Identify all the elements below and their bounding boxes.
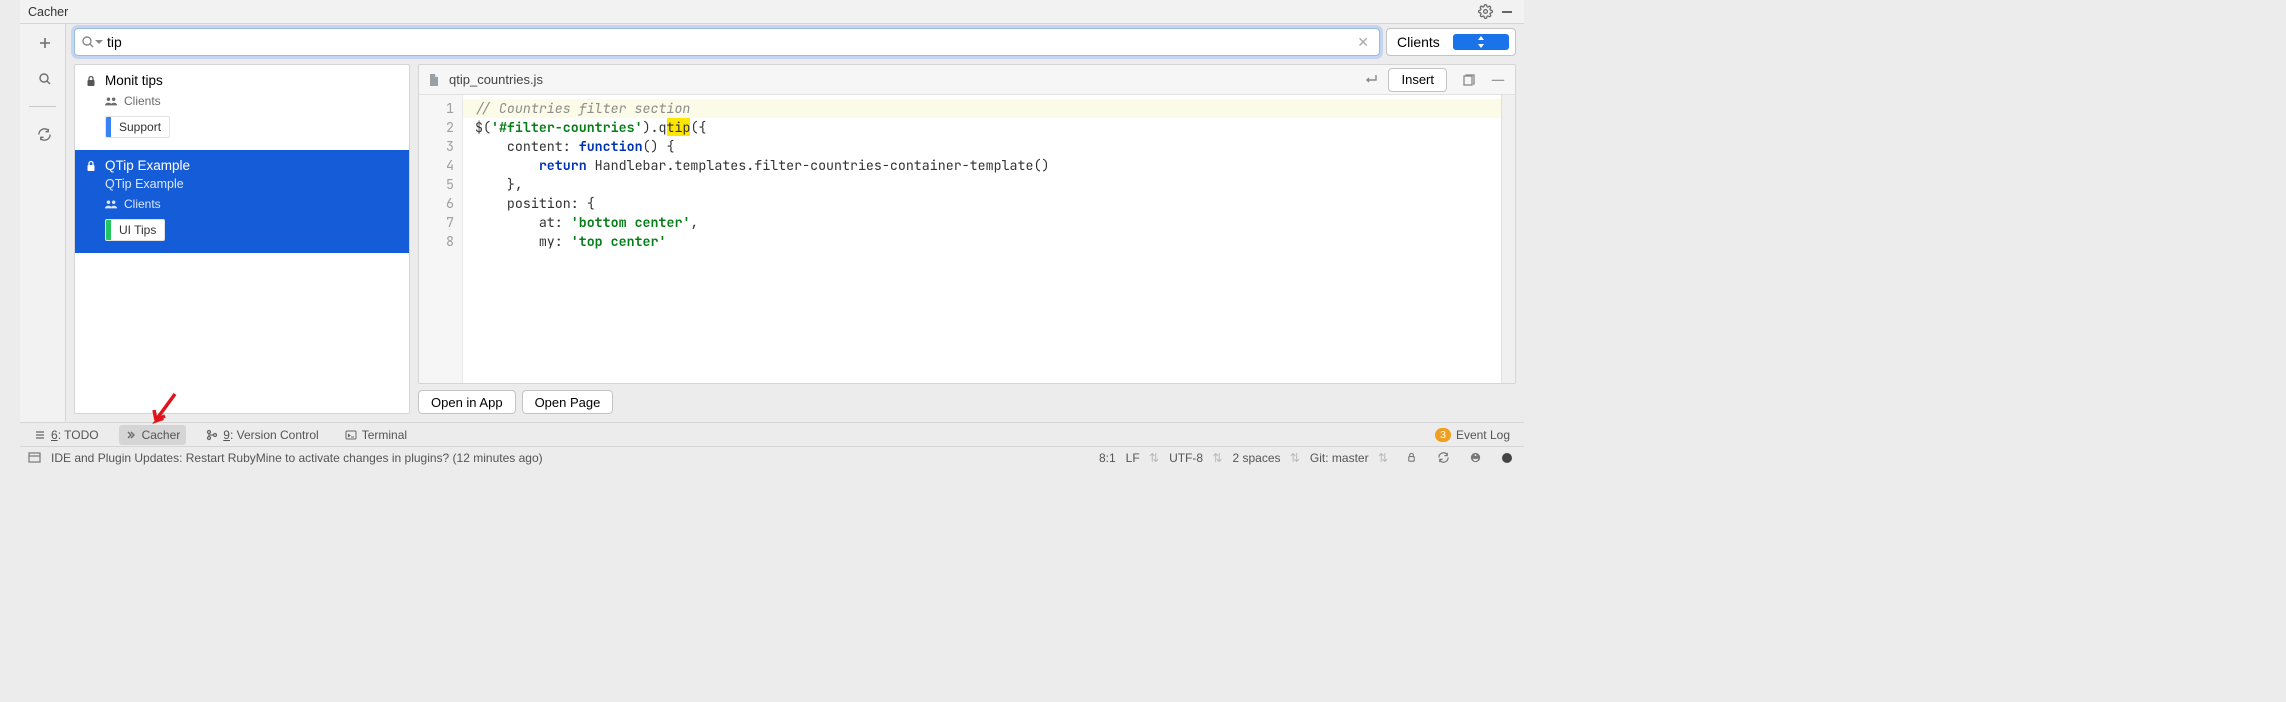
chevron-updown-icon <box>1453 34 1509 50</box>
minimize-icon[interactable] <box>1498 3 1516 21</box>
tag-chip[interactable]: UI Tips <box>105 219 165 241</box>
snippet-item[interactable]: Monit tips Clients Support <box>75 65 409 150</box>
minimize-editor-icon[interactable]: — <box>1489 71 1507 89</box>
insert-button[interactable]: Insert <box>1388 68 1447 92</box>
open-in-app-button[interactable]: Open in App <box>418 390 516 414</box>
tab-cacher[interactable]: Cacher <box>119 425 187 445</box>
enter-icon[interactable] <box>1362 71 1380 89</box>
clients-label: Clients <box>124 197 161 211</box>
snippet-item-selected[interactable]: QTip Example QTip Example Clients UI Tip… <box>75 150 409 253</box>
search-input[interactable] <box>103 34 1353 50</box>
lock-icon <box>85 75 97 87</box>
status-indent[interactable]: 2 spaces ⇅ <box>1232 451 1299 465</box>
lock-icon[interactable] <box>1402 449 1420 467</box>
snippet-subtitle: QTip Example <box>105 177 399 191</box>
scrollbar[interactable] <box>1501 95 1515 383</box>
snippet-list: Monit tips Clients Support QTip Example <box>74 64 410 414</box>
clients-label: Clients <box>124 94 161 108</box>
status-message[interactable]: IDE and Plugin Updates: Restart RubyMine… <box>51 451 1089 465</box>
tag-chip[interactable]: Support <box>105 116 170 138</box>
search-icon[interactable] <box>34 68 56 90</box>
sync-icon[interactable] <box>1434 449 1452 467</box>
tab-todo[interactable]: 6: TODO <box>28 425 105 445</box>
people-icon <box>105 199 118 209</box>
copy-icon[interactable] <box>1459 71 1477 89</box>
inspector-icon[interactable] <box>1466 449 1484 467</box>
filter-dropdown[interactable]: Clients <box>1386 28 1516 56</box>
tab-eventlog[interactable]: 3 Event Log <box>1429 425 1516 445</box>
snippet-title: Monit tips <box>105 73 163 88</box>
filter-dropdown-label: Clients <box>1397 34 1453 50</box>
status-git[interactable]: Git: master ⇅ <box>1310 451 1388 465</box>
notifications-icon[interactable] <box>1498 449 1516 467</box>
event-badge: 3 <box>1435 428 1451 442</box>
separator <box>29 106 56 107</box>
file-name: qtip_countries.js <box>449 72 1350 87</box>
snippet-title: QTip Example <box>105 158 190 173</box>
add-icon[interactable] <box>34 32 56 54</box>
people-icon <box>105 96 118 106</box>
window-icon[interactable] <box>28 451 41 464</box>
open-page-button[interactable]: Open Page <box>522 390 614 414</box>
search-input-wrap[interactable]: ✕ <box>74 28 1380 56</box>
tab-vcs[interactable]: 9: Version Control <box>200 425 324 445</box>
code-editor[interactable]: // Countries filter section$('#filter-co… <box>463 95 1501 383</box>
tab-terminal[interactable]: Terminal <box>339 425 413 445</box>
status-caret-pos[interactable]: 8:1 <box>1099 451 1116 465</box>
refresh-icon[interactable] <box>34 123 56 145</box>
line-gutter: 12345678 <box>419 95 463 383</box>
file-icon <box>427 73 441 87</box>
clear-icon[interactable]: ✕ <box>1353 34 1373 51</box>
status-line-sep[interactable]: LF ⇅ <box>1126 451 1159 465</box>
status-encoding[interactable]: UTF-8 ⇅ <box>1169 451 1222 465</box>
lock-icon <box>85 160 97 172</box>
gear-icon[interactable] <box>1476 3 1494 21</box>
tool-title: Cacher <box>28 5 1472 19</box>
